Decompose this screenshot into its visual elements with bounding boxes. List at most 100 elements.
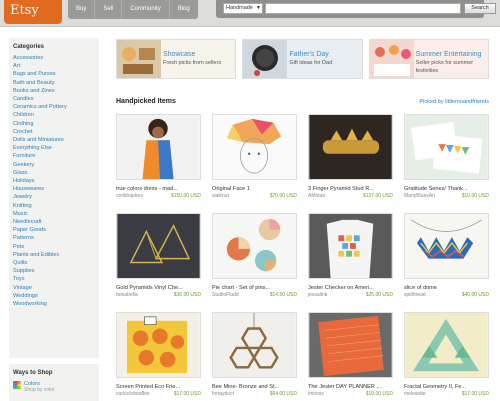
item-price: $25.00 USD [365, 292, 393, 298]
nav-buy[interactable]: Buy [68, 0, 96, 19]
item-card[interactable]: Jester Checker on Ameri... jessalinb $25.… [308, 213, 393, 302]
bunting-cards-icon [404, 114, 489, 180]
category-link[interactable]: Quilts [13, 259, 95, 267]
face-drawing-icon [212, 114, 297, 180]
item-shop[interactable]: bebabella [116, 292, 138, 299]
nav-blog[interactable]: Blog [170, 0, 198, 19]
item-shop[interactable]: AMotan [308, 193, 325, 200]
category-link[interactable]: Plants and Edibles [13, 251, 95, 259]
category-link[interactable]: Children [13, 111, 95, 119]
honeycomb-necklace-icon [212, 312, 297, 378]
item-card[interactable]: Bee Mine- Bronze and St... fortayduct $64… [212, 312, 297, 401]
item-price: $17.00 USD [461, 391, 489, 397]
ring-photo-icon [308, 114, 393, 180]
item-title: 3 Finger Pyramid Stud R... [308, 186, 374, 192]
planner-icon [308, 312, 393, 378]
banner-subtitle: Gift ideas for Dad [289, 60, 333, 66]
category-link[interactable]: Crochet [13, 128, 95, 136]
banner-showcase[interactable]: Showcase Fresh picks from sellers [116, 39, 237, 79]
picked-by-link[interactable]: Picked by littlemoandfriends [419, 99, 489, 105]
category-link[interactable]: Bags and Purses [13, 70, 95, 78]
item-title: slice of dome [404, 285, 437, 291]
crafts-photo-icon [117, 40, 161, 78]
pie-pins-icon [212, 213, 297, 279]
etsy-logo[interactable]: Etsy [4, 0, 62, 24]
banner-summer-entertaining[interactable]: Summer Entertaining Seller picks for sum… [368, 39, 489, 79]
item-shop[interactable]: ManyBluesArt [404, 193, 435, 200]
item-card[interactable]: 3 Finger Pyramid Stud R... AMotan $127.00… [308, 114, 393, 203]
category-link[interactable]: Furniture [13, 152, 95, 160]
banner-fathers-day[interactable]: Father's Day Gift ideas for Dad [242, 39, 363, 79]
category-link[interactable]: Books and Zines [13, 87, 95, 95]
item-shop[interactable]: walknut [212, 193, 229, 200]
nav-community[interactable]: Community [122, 0, 170, 19]
search-input[interactable] [265, 3, 461, 14]
banner-subtitle: Seller picks for summer festivities [415, 60, 474, 74]
item-price: $64.00 USD [269, 391, 297, 397]
category-link[interactable]: Everything Else [13, 144, 95, 152]
item-title: Jester Checker on Ameri... [308, 285, 374, 291]
item-card[interactable]: Pie chart - Set of pins... StudioFludd $1… [212, 213, 297, 302]
item-shop[interactable]: spiithread [404, 292, 426, 299]
category-link[interactable]: Accessories [13, 54, 95, 62]
item-shop[interactable]: curlockdoodles [116, 391, 149, 398]
item-shop[interactable]: jessalinb [308, 292, 327, 299]
category-link[interactable]: Art [13, 62, 95, 70]
category-link[interactable]: Bath and Beauty [13, 79, 95, 87]
item-title: Gold Pyramids Vinyl Che... [116, 285, 183, 291]
category-link[interactable]: Patterns [13, 234, 95, 242]
item-card[interactable]: Gratitude Series/ Thank... ManyBluesArt $… [404, 114, 489, 203]
category-link[interactable]: Housewares [13, 185, 95, 193]
category-link[interactable]: Toys [13, 275, 95, 283]
category-link[interactable]: Woodworking [13, 300, 95, 308]
item-shop[interactable]: melosette [404, 391, 426, 398]
dress-photo-icon [116, 114, 201, 180]
item-price: $17.00 USD [173, 391, 201, 397]
item-card[interactable]: Screen Printed Eco Frie... curlockdoodle… [116, 312, 201, 401]
item-card[interactable]: slice of dome spiithread $40.00 USD [404, 213, 489, 302]
category-link[interactable]: Pets [13, 243, 95, 251]
item-card[interactable]: The Jester DAY PLANNER ... lmooss $19.00 … [308, 312, 393, 401]
category-link[interactable]: Geekery [13, 161, 95, 169]
banner-subtitle: Fresh picks from sellers [163, 60, 222, 66]
category-link[interactable]: Clothing [13, 120, 95, 128]
category-link[interactable]: Dolls and Miniatures [13, 136, 95, 144]
category-link[interactable]: Weddings [13, 292, 95, 300]
item-price: $40.00 USD [461, 292, 489, 298]
ways-to-shop-heading: Ways to Shop [13, 370, 53, 376]
item-card[interactable]: Fractal Geometry II, Fe... melosette $17.… [404, 312, 489, 401]
banner-title: Summer Entertaining [415, 51, 482, 58]
search-button[interactable]: Search [464, 3, 496, 14]
category-link[interactable]: Holidays [13, 177, 95, 185]
search-bar: Handmade ▼ Search [216, 0, 496, 18]
category-link[interactable]: Knitting [13, 202, 95, 210]
category-link[interactable]: Paper Goods [13, 226, 95, 234]
checker-shirt-icon [308, 213, 393, 279]
category-link[interactable]: Music [13, 210, 95, 218]
item-shop[interactable]: StudioFludd [212, 292, 239, 299]
item-card[interactable]: true colors dress - mad... cmlldraplres $… [116, 114, 201, 203]
item-shop[interactable]: fortayduct [212, 391, 234, 398]
item-shop[interactable]: cmlldraplres [116, 193, 143, 200]
item-card[interactable]: Original Face 1 walknut $70.00 USD [212, 114, 297, 203]
category-link[interactable]: Candles [13, 95, 95, 103]
item-title: Fractal Geometry II, Fe... [404, 384, 467, 390]
item-title: Screen Printed Eco Frie... [116, 384, 181, 390]
shop-by-color-link[interactable]: Colors Shop by color [13, 381, 95, 393]
item-price: $150.00 USD [170, 193, 201, 199]
category-link[interactable]: Jewelry [13, 193, 95, 201]
banner-title: Father's Day [289, 51, 329, 58]
nav-sell[interactable]: Sell [95, 0, 123, 19]
category-list: Accessories Art Bags and Purses Bath and Be… [13, 54, 95, 308]
feature-banners: Showcase Fresh picks from sellers Father… [116, 39, 489, 79]
item-card[interactable]: Gold Pyramids Vinyl Che... bebabella $36.… [116, 213, 201, 302]
search-category-select[interactable]: Handmade ▼ [223, 3, 263, 14]
category-link[interactable]: Vintage [13, 284, 95, 292]
category-link[interactable]: Needlecraft [13, 218, 95, 226]
category-link[interactable]: Glass [13, 169, 95, 177]
category-link[interactable]: Ceramics and Pottery [13, 103, 95, 111]
item-shop[interactable]: lmooss [308, 391, 324, 398]
item-title: Original Face 1 [212, 186, 250, 192]
category-link[interactable]: Supplies [13, 267, 95, 275]
item-price: $127.00 USD [362, 193, 393, 199]
